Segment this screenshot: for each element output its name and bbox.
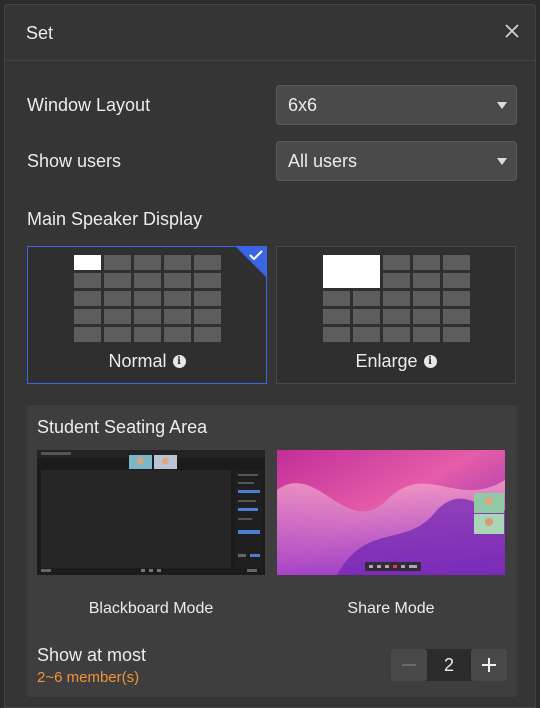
checkmark-icon: [249, 250, 263, 260]
close-icon[interactable]: [503, 22, 521, 40]
chevron-down-icon: [497, 102, 507, 109]
info-icon[interactable]: i: [172, 355, 186, 368]
student-seating-panel: Student Seating Area Blackboard Mode Sha…: [27, 405, 517, 697]
show-users-label: Show users: [27, 151, 122, 171]
member-range-hint: 2~6 member(s): [37, 669, 140, 686]
settings-dialog: Set Window Layout 6x6 Show users All use…: [4, 4, 536, 708]
main-speaker-title: Main Speaker Display: [27, 209, 203, 229]
speaker-option-enlarge[interactable]: Enlarge i: [276, 246, 516, 384]
show-users-value: All users: [288, 151, 358, 171]
window-layout-select[interactable]: 6x6: [276, 85, 517, 125]
info-icon[interactable]: i: [423, 355, 437, 368]
member-count-value[interactable]: 2: [427, 655, 471, 676]
decrement-button[interactable]: [391, 649, 427, 681]
speaker-option-normal[interactable]: Normal i: [27, 246, 267, 384]
blackboard-mode-thumbnail[interactable]: [37, 450, 265, 575]
show-at-most-label: Show at most: [37, 645, 147, 665]
enlarge-layout-preview: [323, 255, 470, 342]
dialog-title: Set: [26, 23, 54, 43]
seating-title: Student Seating Area: [37, 417, 208, 437]
window-layout-label: Window Layout: [27, 95, 151, 115]
increment-button[interactable]: [471, 649, 507, 681]
member-count-stepper: 2: [391, 649, 507, 681]
show-users-select[interactable]: All users: [276, 141, 517, 181]
normal-layout-preview: [74, 255, 221, 342]
speaker-option-label: Normal i: [28, 351, 266, 372]
chevron-down-icon: [497, 158, 507, 165]
blackboard-mode-label: Blackboard Mode: [88, 600, 214, 617]
blackboard-preview-image: [37, 450, 265, 575]
speaker-option-label: Enlarge i: [277, 351, 515, 372]
share-mode-label: Share Mode: [347, 600, 435, 617]
dialog-header: Set: [5, 5, 535, 61]
share-preview-image: [277, 450, 505, 575]
share-mode-thumbnail[interactable]: [277, 450, 505, 575]
window-layout-value: 6x6: [288, 95, 318, 115]
minus-icon: [402, 664, 416, 666]
